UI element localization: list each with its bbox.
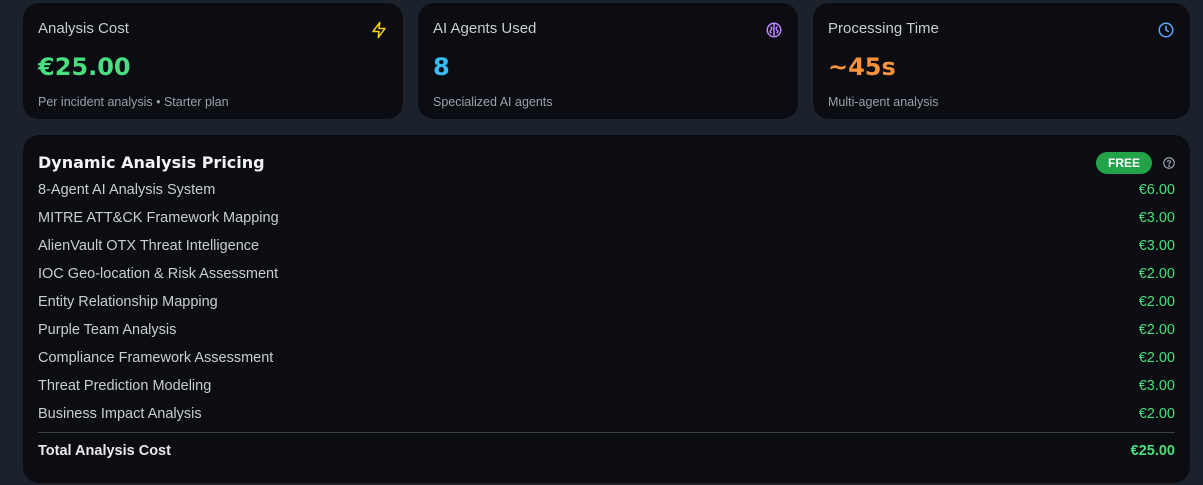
item-price: €2.00 [1138, 406, 1175, 422]
processing-time-label: Processing Time [828, 20, 939, 37]
item-price: €3.00 [1138, 238, 1175, 254]
item-name: Entity Relationship Mapping [38, 294, 218, 310]
free-badge: FREE [1095, 152, 1152, 174]
item-price: €2.00 [1138, 322, 1175, 338]
ai-agents-label: AI Agents Used [433, 20, 537, 37]
ai-agents-card: AI Agents Used 8 Specialized AI agents [418, 3, 798, 119]
ai-agents-subtitle: Specialized AI agents [433, 95, 553, 109]
item-name: IOC Geo-location & Risk Assessment [38, 266, 279, 282]
item-price: €2.00 [1138, 294, 1175, 310]
pricing-line-items: 8-Agent AI Analysis System €6.00 MITRE A… [38, 176, 1175, 428]
clock-icon [1158, 22, 1174, 38]
analysis-cost-label: Analysis Cost [38, 20, 129, 37]
lightning-icon [372, 21, 386, 39]
processing-time-card: Processing Time ~45s Multi-agent analysi… [813, 3, 1190, 119]
analysis-cost-card: Analysis Cost €25.00 Per incident analys… [23, 3, 403, 119]
item-price: €3.00 [1138, 210, 1175, 226]
item-name: Threat Prediction Modeling [38, 378, 212, 394]
item-price: €2.00 [1138, 350, 1175, 366]
total-value: €25.00 [1130, 443, 1175, 459]
list-item: Entity Relationship Mapping €2.00 [38, 288, 1175, 316]
help-circle-icon[interactable] [1162, 156, 1176, 170]
ai-agents-value: 8 [433, 53, 450, 81]
pricing-title: Dynamic Analysis Pricing [38, 153, 265, 172]
item-name: AlienVault OTX Threat Intelligence [38, 238, 260, 254]
item-name: Compliance Framework Assessment [38, 350, 274, 366]
item-name: Business Impact Analysis [38, 406, 202, 422]
item-price: €3.00 [1138, 378, 1175, 394]
brain-icon [766, 22, 782, 38]
processing-time-subtitle: Multi-agent analysis [828, 95, 939, 109]
total-row: Total Analysis Cost €25.00 [38, 433, 1175, 469]
processing-time-value: ~45s [828, 53, 896, 81]
item-price: €6.00 [1138, 182, 1175, 198]
list-item: Business Impact Analysis €2.00 [38, 400, 1175, 428]
pricing-panel: Dynamic Analysis Pricing FREE 8-Agent AI… [23, 135, 1190, 483]
item-name: 8-Agent AI Analysis System [38, 182, 216, 198]
item-name: MITRE ATT&CK Framework Mapping [38, 210, 279, 226]
list-item: MITRE ATT&CK Framework Mapping €3.00 [38, 204, 1175, 232]
item-price: €2.00 [1138, 266, 1175, 282]
analysis-cost-subtitle: Per incident analysis • Starter plan [38, 95, 229, 109]
item-name: Purple Team Analysis [38, 322, 177, 338]
list-item: IOC Geo-location & Risk Assessment €2.00 [38, 260, 1175, 288]
list-item: Purple Team Analysis €2.00 [38, 316, 1175, 344]
total-label: Total Analysis Cost [38, 443, 171, 459]
analysis-cost-value: €25.00 [38, 53, 131, 81]
list-item: Threat Prediction Modeling €3.00 [38, 372, 1175, 400]
list-item: Compliance Framework Assessment €2.00 [38, 344, 1175, 372]
list-item: AlienVault OTX Threat Intelligence €3.00 [38, 232, 1175, 260]
list-item: 8-Agent AI Analysis System €6.00 [38, 176, 1175, 204]
